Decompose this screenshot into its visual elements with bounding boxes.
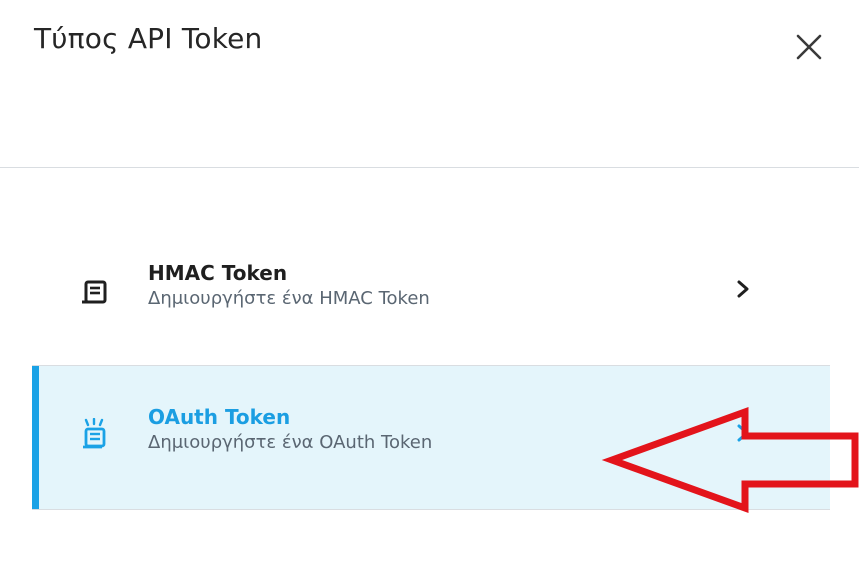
option-title: OAuth Token [148,405,291,429]
token-type-list: HMAC Token Δημιουργήστε ένα HMAC Token O… [32,222,830,510]
document-icon [82,280,107,304]
option-text: OAuth Token Δημιουργήστε ένα OAuth Token [148,404,432,456]
option-oauth-token[interactable]: OAuth Token Δημιουργήστε ένα OAuth Token [32,366,830,510]
panel-header: Τύπος API Token [0,0,859,168]
chevron-right-icon [737,280,749,298]
chevron-right-icon [737,424,749,442]
option-description: Δημιουργήστε ένα HMAC Token [148,288,430,309]
close-icon [796,34,822,60]
document-sparkle-icon [83,418,106,449]
option-title: HMAC Token [148,261,288,285]
panel-title: Τύπος API Token [34,22,263,55]
option-description: Δημιουργήστε ένα OAuth Token [148,432,433,453]
option-hmac-token[interactable]: HMAC Token Δημιουργήστε ένα HMAC Token [32,222,830,366]
option-text: HMAC Token Δημιουργήστε ένα HMAC Token [148,260,430,312]
api-token-type-panel: Τύπος API Token HMAC Token Δημιουργήστε … [0,0,859,574]
close-button[interactable] [790,28,828,66]
selection-indicator [32,366,39,509]
